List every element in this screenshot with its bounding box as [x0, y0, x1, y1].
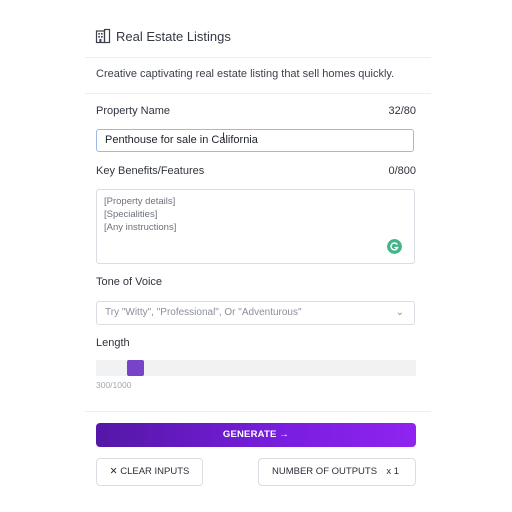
generate-button[interactable]: GENERATE → [96, 423, 416, 447]
outputs-value: x 1 [386, 466, 399, 477]
grammarly-icon[interactable] [387, 239, 402, 254]
property-name-label: Property Name [96, 105, 170, 117]
length-slider-handle[interactable] [127, 360, 144, 376]
placeholder-line: [Specialities] [104, 209, 158, 220]
form-divider [85, 411, 431, 412]
length-slider-track[interactable] [96, 360, 416, 376]
close-icon: ✕ [109, 466, 118, 477]
benefits-textarea[interactable]: [Property details] [Specialities] [Any i… [96, 189, 415, 264]
tone-placeholder: Try "Witty", "Professional", Or "Adventu… [105, 307, 302, 318]
placeholder-line: [Property details] [104, 196, 176, 207]
number-of-outputs-select[interactable]: NUMBER OF OUTPUTS x 1 [258, 458, 416, 486]
property-name-input[interactable]: Penthouse for sale in California [96, 129, 414, 152]
page-subtitle: Creative captivating real estate listing… [96, 68, 395, 80]
benefits-label: Key Benefits/Features [96, 165, 205, 177]
placeholder-line: [Any instructions] [104, 222, 177, 233]
property-name-counter: 32/80 [388, 105, 416, 117]
length-value: 300/1000 [96, 380, 132, 390]
building-icon [95, 28, 111, 44]
outputs-label: NUMBER OF OUTPUTS [272, 466, 378, 477]
clear-inputs-button[interactable]: ✕ CLEAR INPUTS [96, 458, 203, 486]
chevron-down-icon: ⌄ [395, 307, 404, 318]
generate-label: GENERATE [222, 429, 277, 440]
tone-select[interactable]: Try "Witty", "Professional", Or "Adventu… [96, 301, 415, 325]
header-divider [85, 57, 431, 58]
page-title: Real Estate Listings [116, 29, 231, 44]
length-label: Length [96, 337, 130, 349]
arrow-right-icon: → [279, 429, 290, 440]
text-cursor-icon: I [222, 131, 226, 143]
subtitle-divider [85, 93, 431, 94]
tone-label: Tone of Voice [96, 276, 163, 288]
benefits-counter: 0/800 [388, 165, 416, 177]
clear-inputs-label: CLEAR INPUTS [120, 466, 190, 477]
